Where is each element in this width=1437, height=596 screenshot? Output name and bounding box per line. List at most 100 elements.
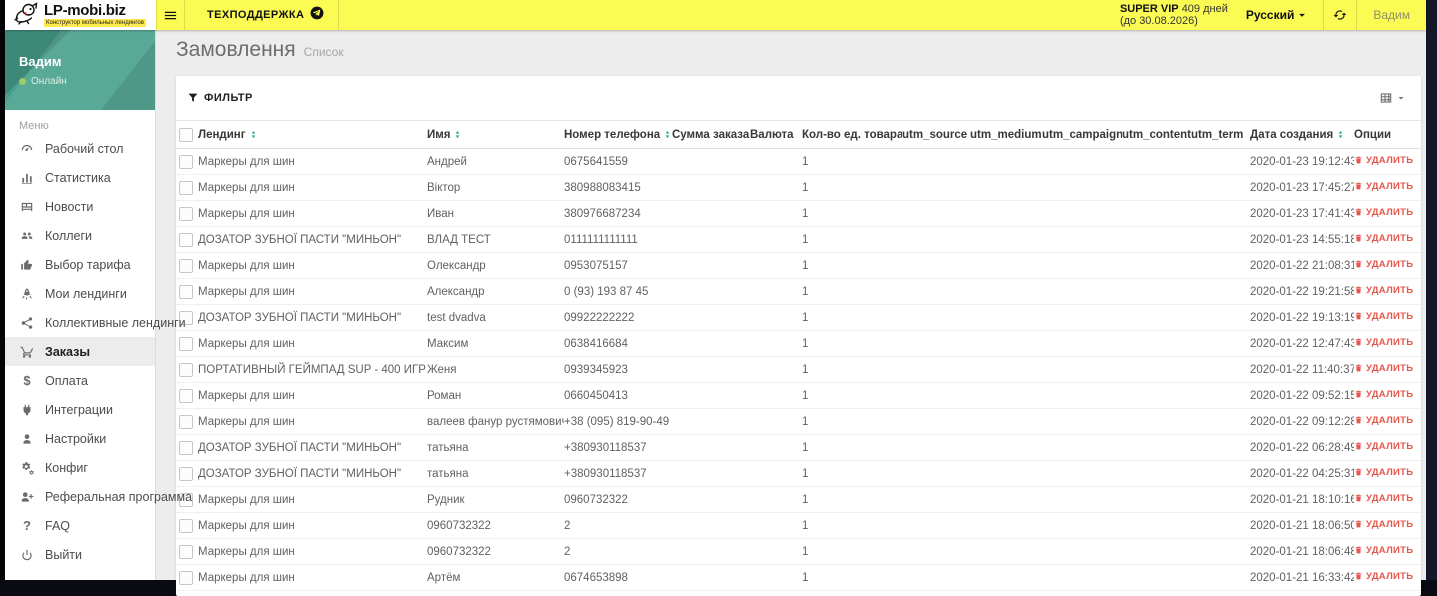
- cell-utm-content: [1122, 564, 1191, 591]
- delete-button[interactable]: УДАЛИТЬ: [1354, 285, 1413, 296]
- cell-utm-source: [902, 408, 970, 435]
- sidebar-item-orders[interactable]: Заказы: [5, 337, 155, 366]
- cell-name: 0960732322: [427, 512, 564, 539]
- delete-button[interactable]: УДАЛИТЬ: [1354, 181, 1413, 192]
- cell-utm-campaign: [1042, 538, 1122, 565]
- cell-landing: Маркеры для шин: [198, 200, 427, 227]
- sidebar-item-dashboard[interactable]: Рабочий стол: [5, 134, 155, 163]
- cell-phone: +38 (095) 819-90-49: [564, 408, 672, 435]
- filter-button[interactable]: ФИЛЬТР: [188, 92, 253, 104]
- row-checkbox[interactable]: [179, 518, 193, 533]
- cell-utm-content: [1122, 356, 1191, 383]
- row-checkbox[interactable]: [179, 180, 193, 195]
- sidebar-item-tariff[interactable]: Выбор тарифа: [5, 250, 155, 279]
- row-checkbox[interactable]: [179, 544, 193, 559]
- cell-qty: 1: [802, 148, 902, 175]
- cell-phone: 2: [564, 512, 672, 539]
- cell-utm-term: [1191, 564, 1250, 591]
- col-header-landing[interactable]: Лендинг: [198, 120, 427, 149]
- cell-utm-source: [902, 356, 970, 383]
- select-all-checkbox[interactable]: [179, 127, 193, 142]
- delete-button[interactable]: УДАЛИТЬ: [1354, 259, 1413, 270]
- cell-name: Максим: [427, 330, 564, 357]
- logo-dog-icon: [13, 1, 40, 30]
- cell-utm-term: [1191, 200, 1250, 227]
- app-logo[interactable]: LP-mobi.biz Конструктор мобильных лендин…: [5, 0, 156, 30]
- col-header-name[interactable]: Имя: [427, 120, 564, 149]
- sidebar-item-news[interactable]: Новости: [5, 192, 155, 221]
- cell-created: 2020-01-21 18:10:16: [1250, 486, 1354, 513]
- row-checkbox[interactable]: [179, 466, 193, 481]
- support-button[interactable]: ТЕХПОДДЕРЖКА: [185, 6, 338, 25]
- sidebar-item-referral[interactable]: Реферальная программа: [5, 482, 192, 511]
- cell-utm-content: [1122, 512, 1191, 539]
- support-label: ТЕХПОДДЕРЖКА: [207, 9, 305, 21]
- cell-utm-content: [1122, 200, 1191, 227]
- cell-utm-source: [902, 304, 970, 331]
- row-checkbox[interactable]: [179, 206, 193, 221]
- delete-button[interactable]: УДАЛИТЬ: [1354, 441, 1413, 452]
- delete-button[interactable]: УДАЛИТЬ: [1354, 233, 1413, 244]
- row-checkbox[interactable]: [179, 362, 193, 377]
- row-checkbox[interactable]: [179, 258, 193, 273]
- delete-button[interactable]: УДАЛИТЬ: [1354, 519, 1413, 530]
- sidebar-item-my-landings[interactable]: Мои лендинги: [5, 279, 155, 308]
- plan-days: 409 дней: [1181, 3, 1228, 15]
- delete-button[interactable]: УДАЛИТЬ: [1354, 207, 1413, 218]
- cell-options: УДАЛИТЬ: [1354, 382, 1421, 409]
- sidebar-item-statistics[interactable]: Статистика: [5, 163, 155, 192]
- refresh-button[interactable]: [1324, 0, 1356, 30]
- row-checkbox[interactable]: [179, 232, 193, 247]
- cell-currency: [750, 226, 802, 253]
- sidebar-item-faq[interactable]: ? FAQ: [5, 511, 155, 540]
- cell-created: 2020-01-22 19:13:19: [1250, 304, 1354, 331]
- delete-button[interactable]: УДАЛИТЬ: [1354, 155, 1413, 166]
- cell-name: Рудник: [427, 486, 564, 513]
- row-checkbox[interactable]: [179, 154, 193, 169]
- cell-utm-content: [1122, 434, 1191, 461]
- row-checkbox[interactable]: [179, 388, 193, 403]
- sidebar-item-settings[interactable]: Настройки: [5, 424, 155, 453]
- table-row: Маркеры для шин 0960732322 2 1 2020-01-21 18…: [176, 538, 1421, 565]
- row-checkbox[interactable]: [179, 336, 193, 351]
- topbar-username[interactable]: Вадим: [1357, 8, 1426, 22]
- delete-button[interactable]: УДАЛИТЬ: [1354, 415, 1413, 426]
- sidebar-item-payment[interactable]: $ Оплата: [5, 366, 155, 395]
- sidebar-item-collective-landings[interactable]: Коллективные лендинги: [5, 308, 186, 337]
- sidebar-item-colleagues[interactable]: Коллеги: [5, 221, 155, 250]
- cell-qty: 1: [802, 512, 902, 539]
- row-checkbox[interactable]: [179, 284, 193, 299]
- columns-selector-button[interactable]: [1379, 91, 1407, 105]
- trash-icon: [1355, 468, 1362, 476]
- delete-button[interactable]: УДАЛИТЬ: [1354, 389, 1413, 400]
- sidebar-item-logout[interactable]: Выйти: [5, 540, 155, 569]
- row-checkbox[interactable]: [179, 570, 193, 585]
- cell-currency: [750, 278, 802, 305]
- cell-sum: [672, 148, 750, 175]
- delete-button[interactable]: УДАЛИТЬ: [1354, 493, 1413, 504]
- sidebar-item-config[interactable]: Конфиг: [5, 453, 155, 482]
- cell-phone: 0111111111111: [564, 226, 672, 253]
- delete-button[interactable]: УДАЛИТЬ: [1354, 571, 1413, 582]
- delete-button[interactable]: УДАЛИТЬ: [1354, 545, 1413, 556]
- cell-options: УДАЛИТЬ: [1354, 356, 1421, 383]
- sidebar-item-integrations[interactable]: Интеграции: [5, 395, 155, 424]
- topbar: LP-mobi.biz Конструктор мобильных лендин…: [5, 0, 1426, 30]
- cell-currency: [750, 382, 802, 409]
- col-header-created[interactable]: Дата создания: [1250, 120, 1354, 149]
- row-checkbox[interactable]: [179, 414, 193, 429]
- cell-created: 2020-01-22 11:40:37: [1250, 356, 1354, 383]
- delete-button[interactable]: УДАЛИТЬ: [1354, 363, 1413, 374]
- language-dropdown[interactable]: Русский: [1246, 8, 1324, 22]
- cell-name: 0960732322: [427, 538, 564, 565]
- col-header-phone[interactable]: Номер телефона: [564, 120, 672, 149]
- table-row: Маркеры для шин Рудник 0960732322 1 2020-01-…: [176, 486, 1421, 513]
- delete-button[interactable]: УДАЛИТЬ: [1354, 311, 1413, 322]
- cell-utm-term: [1191, 356, 1250, 383]
- row-checkbox[interactable]: [179, 440, 193, 455]
- cell-name: test dvadva: [427, 304, 564, 331]
- delete-button[interactable]: УДАЛИТЬ: [1354, 337, 1413, 348]
- hamburger-menu-icon[interactable]: [157, 8, 184, 23]
- cell-sum: [672, 278, 750, 305]
- delete-button[interactable]: УДАЛИТЬ: [1354, 467, 1413, 478]
